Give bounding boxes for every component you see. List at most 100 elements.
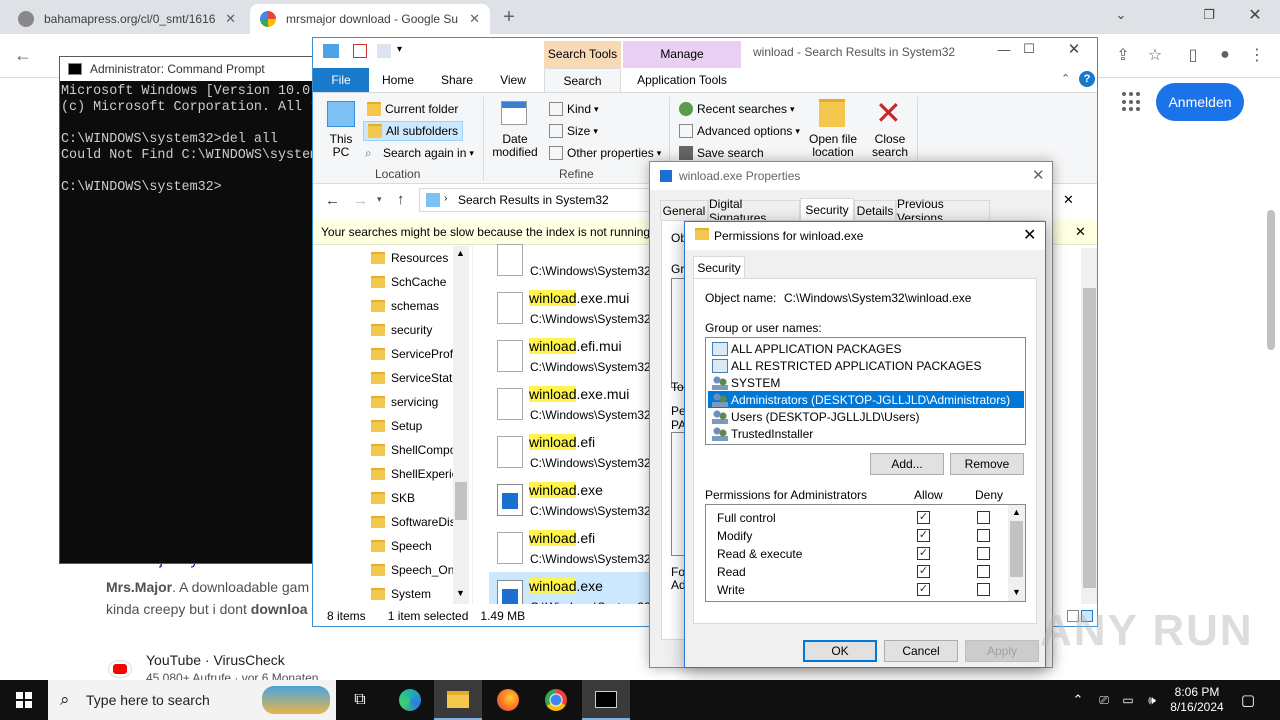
cmd-output[interactable]: Microsoft Windows [Version 10.0.19045.40… bbox=[61, 84, 316, 196]
nav-item[interactable]: SoftwareDis bbox=[371, 510, 455, 534]
search-result[interactable]: winload.efi.mui C:\Windows\System32 bbox=[489, 332, 659, 380]
forward-icon[interactable]: → bbox=[353, 192, 368, 209]
deny-checkbox[interactable] bbox=[977, 529, 990, 542]
deny-checkbox[interactable] bbox=[977, 511, 990, 524]
permissions-dialog[interactable]: Permissions for winload.exe ✕ Security O… bbox=[684, 221, 1046, 668]
tab-details[interactable]: Details bbox=[854, 200, 896, 220]
group-item[interactable]: TrustedInstaller bbox=[708, 425, 1024, 442]
search-result[interactable]: winload.exe.mui C:\Windows\System32 bbox=[489, 284, 659, 332]
collapse-ribbon-icon[interactable]: ⌃ bbox=[1061, 72, 1070, 85]
current-folder-button[interactable]: Current folder bbox=[363, 99, 462, 119]
permissions-list[interactable]: Full control ✓ Modify ✓ Read & execute ✓ Read ✓… bbox=[705, 504, 1026, 602]
start-button[interactable] bbox=[0, 680, 48, 720]
chevron-down-icon[interactable]: ⌄ bbox=[1098, 4, 1144, 26]
nav-item[interactable]: ServiceState bbox=[371, 366, 455, 390]
cancel-button[interactable]: Cancel bbox=[884, 640, 958, 662]
help-icon[interactable]: ? bbox=[1079, 71, 1095, 87]
chrome-icon[interactable] bbox=[532, 680, 580, 720]
tab-general[interactable]: General bbox=[660, 200, 708, 220]
nav-item[interactable]: schemas bbox=[371, 294, 455, 318]
close-tab-icon[interactable]: ✕ bbox=[461, 11, 480, 27]
nav-item[interactable]: Setup bbox=[371, 414, 455, 438]
maximize-icon[interactable]: ☐ bbox=[1006, 38, 1052, 60]
group-item[interactable]: SYSTEM bbox=[708, 374, 1024, 391]
tab-previous-versions[interactable]: Previous Versions bbox=[896, 197, 990, 225]
battery-icon[interactable]: ▭ bbox=[1118, 680, 1138, 720]
remove-button[interactable]: Remove bbox=[950, 453, 1024, 475]
firefox-icon[interactable] bbox=[484, 680, 532, 720]
close-dialog-icon[interactable]: ✕ bbox=[1032, 166, 1045, 184]
save-search-button[interactable]: Save search bbox=[679, 143, 764, 163]
nav-item[interactable]: SchCache bbox=[371, 270, 455, 294]
tab-digital-signatures[interactable]: Digital Signatures bbox=[708, 197, 800, 225]
tab-security[interactable]: Security bbox=[800, 198, 854, 220]
tab-share[interactable]: Share bbox=[429, 68, 485, 92]
tab-file[interactable]: File bbox=[313, 68, 369, 92]
google-apps-icon[interactable] bbox=[1122, 92, 1142, 112]
nav-item[interactable]: ShellCompo bbox=[371, 438, 455, 462]
this-pc-button[interactable]: This PC bbox=[321, 133, 361, 159]
close-warning-icon[interactable]: ✕ bbox=[1075, 224, 1086, 240]
open-file-location-button[interactable]: Open file location bbox=[803, 133, 863, 159]
allow-checkbox[interactable]: ✓ bbox=[917, 583, 930, 596]
deny-checkbox[interactable] bbox=[977, 547, 990, 560]
volume-icon[interactable]: 🕪 bbox=[1142, 680, 1162, 720]
new-tab-button[interactable]: + bbox=[496, 4, 522, 30]
deny-checkbox[interactable] bbox=[977, 565, 990, 578]
nav-item[interactable]: ShellExperie bbox=[371, 462, 455, 486]
up-icon[interactable]: ↑ bbox=[397, 191, 405, 208]
add-button[interactable]: Add... bbox=[870, 453, 944, 475]
tab-application-tools[interactable]: Application Tools bbox=[623, 68, 741, 92]
all-subfolders-button[interactable]: All subfolders bbox=[363, 121, 464, 141]
allow-checkbox[interactable]: ✓ bbox=[917, 547, 930, 560]
advanced-options-button[interactable]: Advanced options ▾ bbox=[679, 121, 800, 141]
search-result[interactable]: winload.exe C:\Windows\System32 bbox=[489, 476, 659, 524]
search-result[interactable]: winload.efi C:\Windows\System32 bbox=[489, 524, 659, 572]
file-explorer-icon[interactable] bbox=[434, 680, 482, 720]
back-icon[interactable]: ← bbox=[10, 42, 36, 68]
clock[interactable]: 8:06 PM 8/16/2024 bbox=[1164, 680, 1230, 720]
search-result[interactable]: winload.efi C:\Windows\System32 bbox=[489, 428, 659, 476]
back-icon[interactable]: ← bbox=[325, 192, 340, 209]
sidepanel-icon[interactable]: ▯ bbox=[1180, 42, 1206, 68]
nav-item[interactable]: Speech_One bbox=[371, 558, 455, 582]
close-search-button[interactable]: Close search bbox=[869, 133, 911, 159]
tray-chevron-icon[interactable]: ⌃ bbox=[1068, 680, 1088, 720]
allow-checkbox[interactable]: ✓ bbox=[917, 529, 930, 542]
chrome-tab-google[interactable]: mrsmajor download - Google Su ✕ bbox=[250, 4, 490, 34]
nav-scrollbar[interactable]: ▲ ▼ bbox=[453, 246, 469, 604]
notification-icon[interactable]: ▢ bbox=[1236, 680, 1260, 720]
nav-item[interactable]: servicing bbox=[371, 390, 455, 414]
results-scrollbar[interactable] bbox=[1081, 248, 1097, 604]
close-dialog-icon[interactable]: ✕ bbox=[1023, 225, 1036, 245]
properties-qa-icon[interactable] bbox=[353, 44, 367, 58]
taskbar-search-box[interactable]: ⌕ Type here to search bbox=[48, 680, 336, 720]
star-icon[interactable]: ☆ bbox=[1142, 42, 1168, 68]
qa-dropdown-icon[interactable]: ▾ bbox=[397, 44, 402, 55]
share-icon[interactable]: ⇪ bbox=[1110, 42, 1136, 68]
kind-button[interactable]: Kind ▾ bbox=[549, 99, 599, 119]
edge-icon[interactable] bbox=[386, 680, 434, 720]
tab-search[interactable]: Search bbox=[544, 68, 621, 92]
newfolder-qa-icon[interactable] bbox=[377, 44, 391, 58]
close-window-icon[interactable]: ✕ bbox=[1051, 38, 1097, 60]
nav-item[interactable]: Resources bbox=[371, 246, 455, 270]
nav-item[interactable]: Speech bbox=[371, 534, 455, 558]
recent-locations-icon[interactable]: ▾ bbox=[377, 194, 382, 205]
restore-icon[interactable]: ❐ bbox=[1186, 4, 1232, 26]
profile-icon[interactable]: ● bbox=[1212, 42, 1238, 68]
close-window-icon[interactable]: ✕ bbox=[1232, 4, 1278, 26]
perms-scrollbar[interactable]: ▲ ▼ bbox=[1008, 505, 1025, 601]
cmd-titlebar[interactable]: Administrator: Command Prompt bbox=[60, 57, 316, 81]
allow-checkbox[interactable]: ✓ bbox=[917, 511, 930, 524]
other-properties-button[interactable]: Other properties ▾ bbox=[549, 143, 661, 163]
network-icon[interactable]: ⎚ bbox=[1094, 680, 1114, 720]
group-item[interactable]: Users (DESKTOP-JGLLJLD\Users) bbox=[708, 408, 1024, 425]
cmd-window[interactable]: Administrator: Command Prompt Microsoft … bbox=[59, 56, 317, 564]
task-view-icon[interactable]: ⧉ bbox=[336, 680, 384, 720]
date-modified-button[interactable]: Date modified bbox=[487, 133, 543, 159]
yt-source[interactable]: YouTube · VirusCheck bbox=[146, 652, 285, 668]
tab-home[interactable]: Home bbox=[373, 68, 423, 92]
close-tab-icon[interactable]: ✕ bbox=[217, 11, 236, 27]
nav-item[interactable]: SKB bbox=[371, 486, 455, 510]
